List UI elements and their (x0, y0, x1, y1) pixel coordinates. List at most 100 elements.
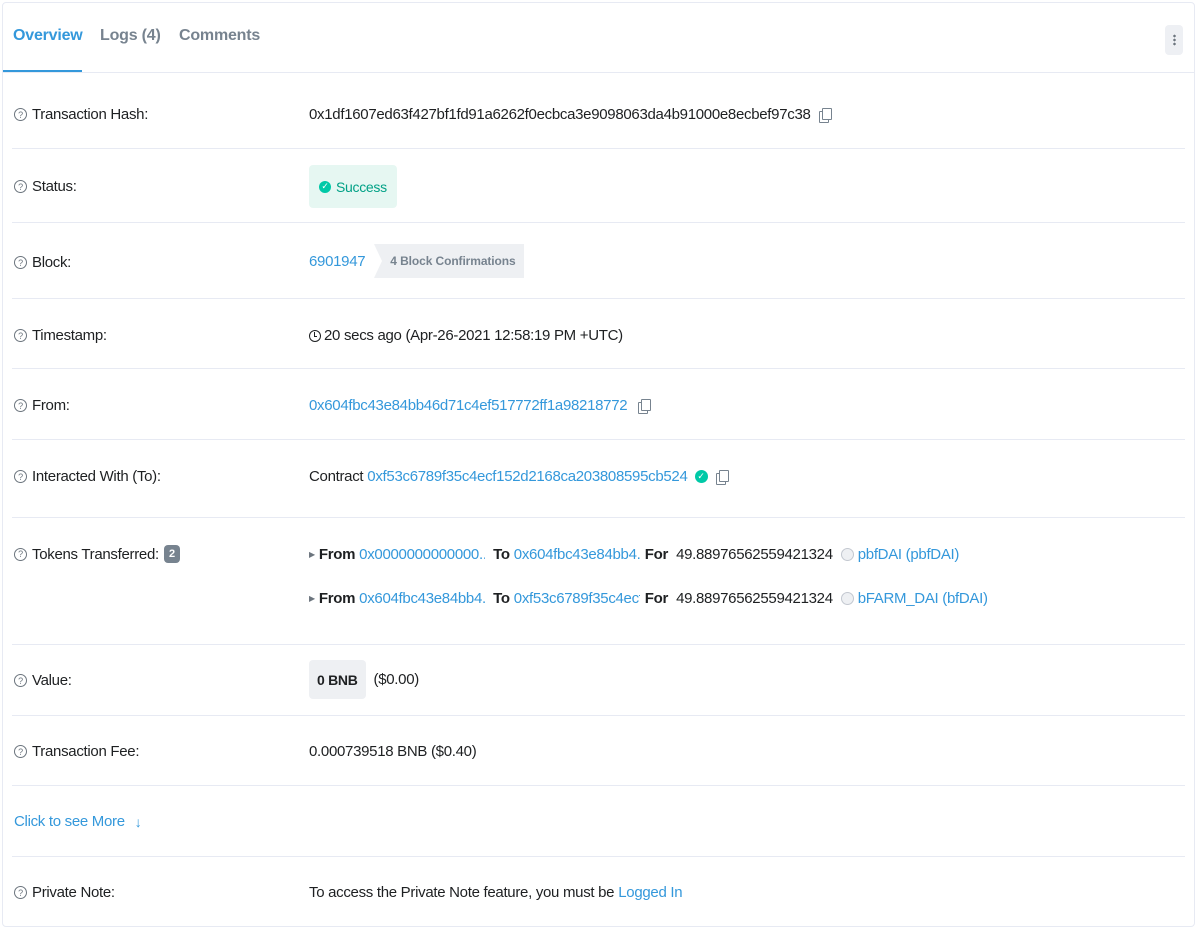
question-icon[interactable]: ? (14, 329, 27, 342)
label-text: Timestamp: (32, 327, 107, 344)
caret-right-icon: ▶ (309, 594, 315, 603)
to-keyword: To (493, 590, 510, 607)
arrow-down-icon: ↓ (134, 813, 142, 830)
label-text: Tokens Transferred: (32, 545, 159, 563)
transfer-item: ▶ From 0x0000000000000... To 0x604fbc43e… (309, 546, 959, 563)
status-text: Success (336, 178, 387, 195)
kebab-icon (1172, 34, 1176, 46)
transaction-details-card: Overview Logs (4) Comments ? Transaction… (2, 2, 1195, 927)
row-tokens-transferred: ? Tokens Transferred: 2 ▶ From 0x0000000… (12, 518, 1185, 645)
token-logo-icon (840, 592, 854, 605)
clock-icon (309, 329, 321, 342)
label-interacted-with: ? Interacted With (To): (14, 468, 161, 485)
transfer-count-badge: 2 (163, 545, 180, 563)
label-from: ? From: (14, 397, 70, 414)
question-icon[interactable]: ? (14, 108, 27, 121)
label-text: Private Note: (32, 884, 115, 901)
value-value: 0 BNB ($0.00) (309, 660, 419, 699)
row-status: ? Status: ✓ Success (12, 149, 1185, 223)
to-keyword: To (493, 546, 510, 563)
question-icon[interactable]: ? (14, 180, 27, 193)
label-text: Transaction Hash: (32, 106, 149, 123)
row-interacted-with: ? Interacted With (To): Contract 0xf53c6… (12, 440, 1185, 518)
transfer-to-link[interactable]: 0xf53c6789f35c4ecf... (514, 590, 640, 607)
question-icon[interactable]: ? (14, 256, 27, 269)
from-address-link[interactable]: 0x604fbc43e84bb46d71c4ef517772ff1a982187… (309, 397, 628, 414)
for-keyword: For (644, 546, 669, 563)
private-note-value: To access the Private Note feature, you … (309, 884, 683, 901)
copy-icon[interactable] (818, 107, 832, 123)
label-status: ? Status: (14, 178, 77, 195)
label-text: Status: (32, 178, 77, 195)
contract-prefix: Contract (309, 468, 364, 485)
contract-address-link[interactable]: 0xf53c6789f35c4ecf152d2168ca203808595cb5… (367, 468, 688, 485)
label-transaction-fee: ? Transaction Fee: (14, 743, 140, 760)
token-logo-icon (840, 548, 854, 561)
caret-right-icon: ▶ (309, 550, 315, 559)
fee-text: 0.000739518 BNB ($0.40) (309, 743, 477, 760)
transfer-amount: 49.88976562559421324 (676, 546, 833, 563)
block-value: 6901947 4 Block Confirmations (309, 244, 524, 278)
label-text: Transaction Fee: (32, 743, 140, 760)
timestamp-value: 20 secs ago (Apr-26-2021 12:58:19 PM +UT… (309, 327, 623, 344)
label-text: Interacted With (To): (32, 468, 161, 485)
label-text: Value: (32, 672, 72, 689)
label-text: Block: (32, 254, 72, 271)
from-value: 0x604fbc43e84bb46d71c4ef517772ff1a982187… (309, 397, 652, 414)
row-timestamp: ? Timestamp: 20 secs ago (Apr-26-2021 12… (12, 299, 1185, 369)
row-transaction-hash: ? Transaction Hash: 0x1df1607ed63f427bf1… (12, 73, 1185, 149)
copy-icon[interactable] (715, 469, 729, 485)
row-value: ? Value: 0 BNB ($0.00) (12, 645, 1185, 716)
label-text: From: (32, 397, 70, 414)
label-timestamp: ? Timestamp: (14, 327, 107, 344)
question-icon[interactable]: ? (14, 470, 27, 483)
row-transaction-fee: ? Transaction Fee: 0.000739518 BNB ($0.4… (12, 716, 1185, 786)
status-badge: ✓ Success (309, 165, 397, 208)
question-icon[interactable]: ? (14, 745, 27, 758)
interacted-value: Contract 0xf53c6789f35c4ecf152d2168ca203… (309, 468, 729, 485)
more-options-button[interactable] (1165, 25, 1183, 55)
question-icon[interactable]: ? (14, 399, 27, 412)
question-icon[interactable]: ? (14, 886, 27, 899)
label-transaction-hash: ? Transaction Hash: (14, 106, 148, 123)
active-tab-indicator (3, 70, 82, 72)
status-value: ✓ Success (309, 165, 397, 208)
tab-bar: Overview Logs (4) Comments (3, 3, 1194, 73)
from-keyword: From (318, 590, 356, 607)
value-usd: ($0.00) (373, 671, 420, 688)
transfer-from-link[interactable]: 0x0000000000000... (359, 546, 485, 563)
transfer-from-link[interactable]: 0x604fbc43e84bb4... (359, 590, 485, 607)
confirmations-badge: 4 Block Confirmations (374, 244, 524, 278)
verified-check-icon: ✓ (694, 470, 708, 483)
row-see-more: Click to see More ↓ (12, 786, 1185, 857)
token-link[interactable]: pbfDAI (pbfDAI) (858, 546, 960, 563)
block-number-link[interactable]: 6901947 (309, 253, 366, 270)
tx-hash-text: 0x1df1607ed63f427bf1fd91a6262f0ecbca3e90… (309, 106, 811, 123)
copy-icon[interactable] (638, 398, 652, 414)
value-amount-badge: 0 BNB (309, 660, 366, 699)
row-block: ? Block: 6901947 4 Block Confirmations (12, 223, 1185, 299)
token-link[interactable]: bFARM_DAI (bfDAI) (858, 590, 988, 607)
check-circle-icon: ✓ (319, 180, 331, 193)
label-private-note: ? Private Note: (14, 884, 115, 901)
label-block: ? Block: (14, 254, 71, 271)
fee-value: 0.000739518 BNB ($0.40) (309, 743, 477, 760)
question-icon[interactable]: ? (14, 674, 27, 687)
see-more-link[interactable]: Click to see More ↓ (14, 813, 142, 830)
label-value: ? Value: (14, 672, 72, 689)
question-icon[interactable]: ? (14, 547, 27, 561)
tab-overview[interactable]: Overview (13, 27, 83, 45)
label-tokens-transferred: ? Tokens Transferred: 2 (14, 545, 180, 563)
login-link[interactable]: Logged In (618, 884, 682, 901)
tx-hash-value: 0x1df1607ed63f427bf1fd91a6262f0ecbca3e90… (309, 106, 832, 123)
see-more-text: Click to see More (14, 813, 125, 830)
transfer-item: ▶ From 0x604fbc43e84bb4... To 0xf53c6789… (309, 590, 988, 607)
row-private-note: ? Private Note: To access the Private No… (12, 857, 1185, 927)
for-keyword: For (644, 590, 669, 607)
tab-comments[interactable]: Comments (179, 27, 260, 45)
from-keyword: From (318, 546, 356, 563)
transfer-to-link[interactable]: 0x604fbc43e84bb4... (514, 546, 640, 563)
tab-logs[interactable]: Logs (4) (100, 27, 161, 45)
private-note-text: To access the Private Note feature, you … (309, 884, 615, 901)
timestamp-text: 20 secs ago (Apr-26-2021 12:58:19 PM +UT… (324, 327, 623, 344)
